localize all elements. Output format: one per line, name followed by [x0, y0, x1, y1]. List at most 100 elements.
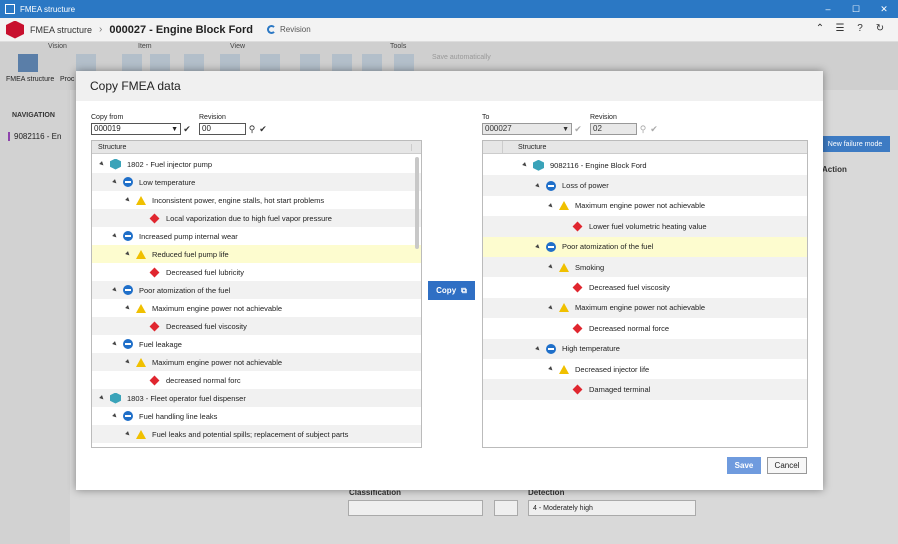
- tree-row-label: 9082116 - Engine Block Ford: [550, 160, 647, 170]
- tree-row[interactable]: Decreased fuel viscosity: [92, 317, 421, 335]
- revision-link[interactable]: Revision: [267, 25, 311, 34]
- tree-row[interactable]: Low temperature: [92, 173, 421, 191]
- classification-box[interactable]: [494, 500, 518, 516]
- export-tool-icon[interactable]: [332, 54, 352, 72]
- expand-triangle-icon[interactable]: [535, 345, 541, 352]
- tree-row[interactable]: 1802 - Fuel injector pump: [92, 155, 421, 173]
- tree-row[interactable]: Poor atomization of the fuel: [92, 281, 421, 299]
- expand-triangle-icon[interactable]: [535, 243, 541, 250]
- refresh-icon[interactable]: ↻: [870, 23, 890, 34]
- copy-from-label: Copy from: [91, 114, 124, 121]
- close-icon[interactable]: ✕: [870, 0, 898, 18]
- copy-fmea-dialog: Copy FMEA data Copy from 000019 ▼ ✔ Revis…: [76, 71, 823, 490]
- expand-triangle-icon[interactable]: [548, 264, 554, 271]
- tree-row[interactable]: Lower fuel volumetric heating value: [483, 216, 807, 237]
- cause-diamond-icon: [572, 323, 583, 334]
- classification-select[interactable]: [348, 500, 483, 516]
- breadcrumb-module[interactable]: FMEA structure: [30, 25, 92, 35]
- item-cube-icon: [110, 158, 121, 170]
- expand-triangle-icon[interactable]: [125, 251, 131, 257]
- tree-row[interactable]: 1803 - Fleet operator fuel dispenser: [92, 389, 421, 407]
- expand-triangle-icon[interactable]: [125, 359, 131, 365]
- window-titlebar: FMEA structure – ☐ ✕: [0, 0, 898, 18]
- save-button[interactable]: Save: [727, 457, 761, 474]
- expand-triangle-icon[interactable]: [125, 431, 131, 437]
- expand-triangle-icon[interactable]: [112, 179, 118, 185]
- tree-row-label: Maximum engine power not achievable: [152, 303, 283, 313]
- tree-row[interactable]: Inconsistent power, engine stalls, hot s…: [92, 191, 421, 209]
- expand-triangle-icon[interactable]: [112, 287, 118, 293]
- source-scrollbar[interactable]: [415, 157, 419, 249]
- tree-row-label: Loss of power: [562, 181, 609, 191]
- tree-row[interactable]: 9082116 - Engine Block Ford: [483, 155, 807, 175]
- cancel-button[interactable]: Cancel: [767, 457, 807, 474]
- source-revision-pick-icon[interactable]: ✔: [258, 123, 268, 135]
- navigation-item[interactable]: 9082116 - En: [8, 132, 61, 141]
- tree-row[interactable]: Fuel leaks and potential spills; replace…: [92, 425, 421, 443]
- tree-row[interactable]: High temperature: [483, 338, 807, 359]
- fmea-structure-tool-icon[interactable]: [18, 54, 38, 72]
- source-revision-search-icon[interactable]: ⚲: [247, 123, 257, 135]
- expand-triangle-icon[interactable]: [99, 395, 105, 401]
- delete-tool-icon[interactable]: [150, 54, 170, 72]
- tree-row[interactable]: decreased normal forc: [92, 371, 421, 389]
- tree-row[interactable]: Decreased fuel lubricity: [92, 263, 421, 281]
- expand-triangle-icon[interactable]: [548, 203, 554, 209]
- maximize-icon[interactable]: ☐: [842, 0, 870, 18]
- new-failure-mode-button[interactable]: New failure mode: [820, 136, 890, 152]
- expand-triangle-icon[interactable]: [112, 413, 118, 419]
- expand-triangle-icon[interactable]: [535, 182, 541, 189]
- view-tool-3-icon[interactable]: [260, 54, 280, 72]
- tree-row[interactable]: Fuel handling line leaks: [92, 407, 421, 425]
- detection-select[interactable]: 4 - Moderately high: [528, 500, 696, 516]
- tree-row[interactable]: Damaged terminal: [483, 379, 807, 400]
- tree-row-label: Decreased injector life: [575, 364, 650, 374]
- grid-tool-icon[interactable]: [76, 54, 96, 72]
- add-tool-icon[interactable]: [122, 54, 142, 72]
- external-copy-icon: ⧉: [461, 285, 467, 295]
- tree-row[interactable]: Poor atomization of the fuel: [483, 236, 807, 257]
- collapse-icon[interactable]: ⌃: [810, 23, 830, 34]
- expand-triangle-icon[interactable]: [112, 341, 118, 347]
- copy-button[interactable]: Copy ⧉: [428, 281, 475, 300]
- print-tool-icon[interactable]: [300, 54, 320, 72]
- tree-row[interactable]: Fuel leakage: [92, 335, 421, 353]
- cause-diamond-icon: [149, 321, 160, 331]
- source-revision-input[interactable]: 00: [199, 123, 246, 135]
- help-icon[interactable]: ?: [850, 23, 870, 34]
- failure-mode-warning-icon: [559, 262, 569, 272]
- copy-from-pick-icon[interactable]: ✔: [182, 123, 192, 135]
- expand-triangle-icon[interactable]: [125, 305, 131, 311]
- expand-triangle-icon[interactable]: [548, 305, 554, 311]
- tree-row[interactable]: Maximum engine power not achievable: [92, 353, 421, 371]
- view-tool-2-icon[interactable]: [220, 54, 240, 72]
- autosave-checkbox[interactable]: Save automatically: [432, 54, 491, 61]
- tree-row[interactable]: Maximum engine power not achievable: [92, 299, 421, 317]
- view-tool-icon[interactable]: [184, 54, 204, 72]
- tree-row[interactable]: Local vaporization due to high fuel vapo…: [92, 209, 421, 227]
- expand-triangle-icon[interactable]: [99, 161, 105, 167]
- tree-row-label: Poor atomization of the fuel: [562, 242, 654, 252]
- copy-tool-icon[interactable]: [394, 54, 414, 72]
- tree-row-label: Inconsistent power, engine stalls, hot s…: [152, 195, 325, 205]
- expand-triangle-icon[interactable]: [522, 162, 528, 169]
- transfer-tool-icon[interactable]: [362, 54, 382, 72]
- tree-row[interactable]: Decreased injector life: [483, 359, 807, 379]
- minimize-icon[interactable]: –: [814, 0, 842, 18]
- tree-row[interactable]: Loss of power: [483, 175, 807, 196]
- tree-row[interactable]: Maximum engine power not achievable: [483, 196, 807, 216]
- tree-row[interactable]: Reduced fuel pump life: [92, 245, 421, 263]
- expand-triangle-icon[interactable]: [548, 366, 554, 373]
- tree-row[interactable]: Decreased fuel viscosity: [483, 277, 807, 297]
- tree-row[interactable]: Increased pump internal wear: [92, 227, 421, 245]
- tree-row[interactable]: Maximum engine power not achievable: [483, 297, 807, 319]
- tree-row[interactable]: Smoking: [483, 257, 807, 278]
- ribbon-group-vision: Vision: [48, 43, 67, 50]
- target-structure-header-label: Structure: [518, 143, 547, 151]
- list-icon[interactable]: ☰: [830, 23, 850, 34]
- expand-triangle-icon[interactable]: [125, 197, 131, 203]
- copy-from-select[interactable]: 000019 ▼: [91, 123, 181, 135]
- tree-row-label: decreased normal forc: [166, 375, 241, 385]
- expand-triangle-icon[interactable]: [112, 233, 118, 239]
- tree-row[interactable]: Decreased normal force: [483, 318, 807, 338]
